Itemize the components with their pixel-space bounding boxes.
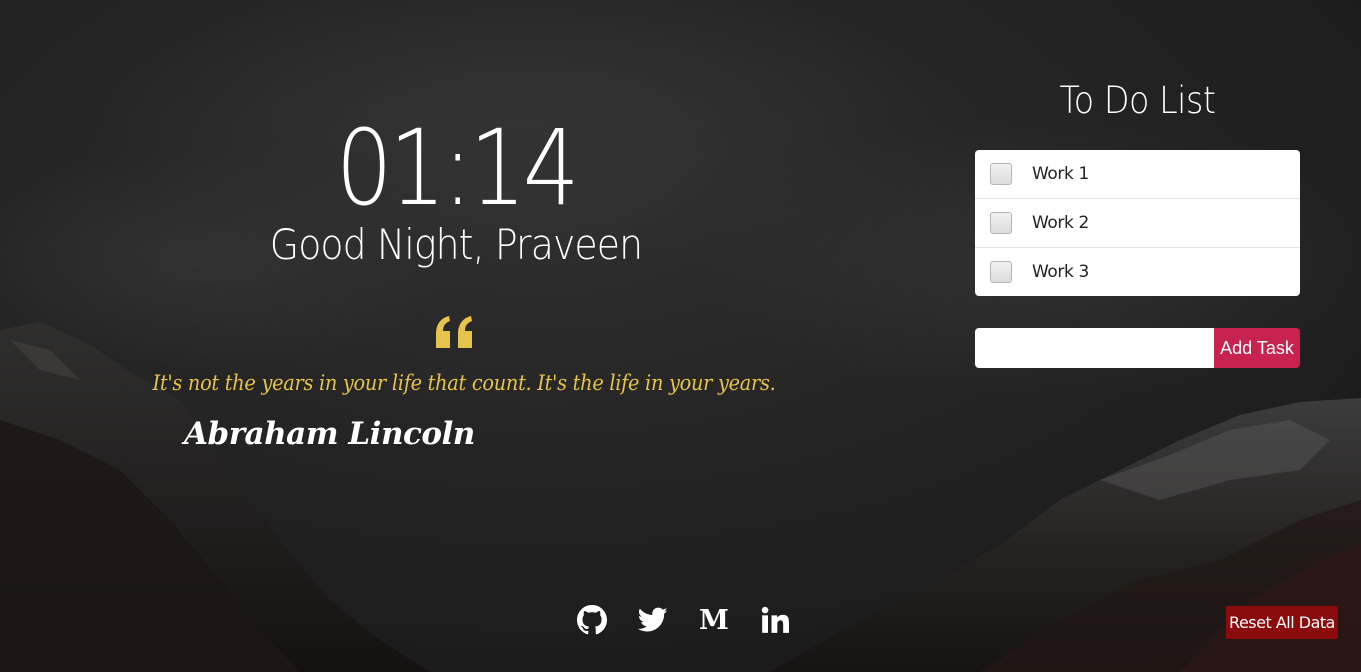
todo-label: Work 3: [1032, 262, 1089, 282]
clock-time: 01:14: [335, 107, 580, 229]
todo-title: To Do List: [1059, 79, 1216, 122]
add-task-button[interactable]: Add Task: [1214, 328, 1300, 368]
reset-all-data-button[interactable]: Reset All Data: [1226, 606, 1338, 639]
quote-author: Abraham Lincoln: [184, 416, 475, 452]
todo-label: Work 1: [1032, 164, 1089, 184]
todo-item[interactable]: Work 1: [975, 150, 1300, 198]
twitter-icon[interactable]: [635, 602, 671, 638]
medium-glyph: M: [699, 604, 729, 636]
quote-text: It's not the years in your life that cou…: [152, 371, 776, 395]
todo-checkbox[interactable]: [990, 261, 1012, 283]
github-icon[interactable]: [574, 602, 610, 638]
todo-checkbox[interactable]: [990, 212, 1012, 234]
quote-left-icon: [436, 316, 472, 348]
todo-item[interactable]: Work 3: [975, 247, 1300, 296]
medium-icon[interactable]: M: [696, 602, 732, 638]
add-task-row: Add Task: [975, 328, 1300, 368]
todo-list: Work 1 Work 2 Work 3: [975, 150, 1300, 296]
social-links: M: [574, 600, 793, 640]
linkedin-icon[interactable]: [757, 602, 793, 638]
greeting-text: Good Night, Praveen: [269, 220, 643, 269]
todo-checkbox[interactable]: [990, 163, 1012, 185]
todo-item[interactable]: Work 2: [975, 198, 1300, 247]
task-input[interactable]: [975, 328, 1214, 368]
todo-label: Work 2: [1032, 213, 1089, 233]
